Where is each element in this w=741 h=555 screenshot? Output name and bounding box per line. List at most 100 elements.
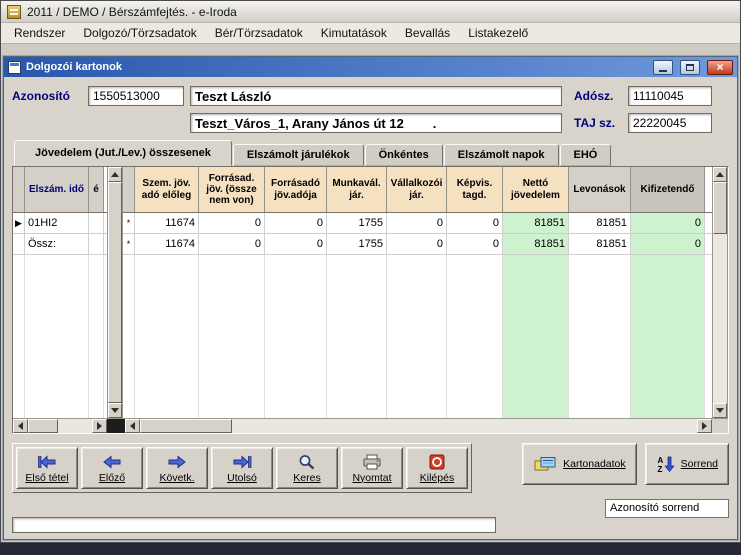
tab-elszamolt-napok[interactable]: Elszámolt napok: [444, 144, 559, 166]
value-cell-kifizetendo[interactable]: 0: [631, 234, 705, 254]
period-cell[interactable]: Össz:: [25, 234, 89, 254]
search-button[interactable]: Keres: [276, 447, 338, 489]
app-window: 2011 / DEMO / Bérszámfejtés. - e-Iroda R…: [0, 0, 741, 543]
scroll-right-icon[interactable]: [697, 419, 712, 433]
scroll-left-icon[interactable]: [125, 419, 140, 433]
scroll-down-icon[interactable]: [713, 403, 727, 418]
scrollbar-thumb[interactable]: [140, 419, 232, 433]
flag-cell[interactable]: [89, 234, 104, 254]
scrollbar-corner: [712, 419, 728, 433]
menu-kimutatasok[interactable]: Kimutatások: [312, 24, 396, 42]
field-row-2: TAJ sz.: [12, 112, 729, 134]
vertical-scrollbar[interactable]: [712, 167, 728, 418]
scroll-left-icon[interactable]: [13, 419, 28, 433]
scroll-up-icon[interactable]: [108, 167, 122, 182]
print-button[interactable]: Nyomtat: [341, 447, 403, 489]
footer: Azonosító sorrend: [12, 499, 729, 535]
value-cell-netto[interactable]: 81851: [503, 234, 569, 254]
value-cell[interactable]: 0: [387, 213, 447, 233]
next-record-button[interactable]: Követk.: [146, 447, 208, 489]
row-flag: *: [123, 234, 135, 254]
scroll-up-icon[interactable]: [713, 167, 727, 182]
value-cell[interactable]: 0: [387, 234, 447, 254]
scrollbar-thumb[interactable]: [713, 182, 727, 234]
exit-button[interactable]: Kilépés: [406, 447, 468, 489]
grid-scroll-pane: Szem. jöv. adó előleg Forrásad. jöv. (ös…: [123, 167, 712, 418]
scrollbar-splitter: [107, 419, 125, 433]
printer-icon: [362, 453, 382, 471]
footer-search-input[interactable]: [12, 517, 496, 533]
column-header-szja-eloleg: Szem. jöv. adó előleg: [135, 167, 199, 212]
next-icon: [167, 453, 187, 471]
value-cell[interactable]: 1755: [327, 213, 387, 233]
svg-text:A: A: [657, 456, 663, 465]
value-cell[interactable]: 0: [265, 213, 327, 233]
value-cell[interactable]: 11674: [135, 234, 199, 254]
value-cell[interactable]: 1755: [327, 234, 387, 254]
maximize-button[interactable]: [680, 60, 700, 75]
row-flag: *: [123, 213, 135, 233]
scroll-down-icon[interactable]: [108, 403, 122, 418]
taj-label: TAJ sz.: [574, 116, 628, 130]
maximize-icon: [686, 64, 694, 71]
first-record-icon: [37, 453, 57, 471]
value-cell-levonasok[interactable]: 81851: [569, 234, 631, 254]
grid-empty-area: [13, 255, 107, 418]
taj-field[interactable]: [628, 113, 712, 133]
name-field[interactable]: [190, 86, 562, 106]
previous-icon: [102, 453, 122, 471]
id-label: Azonosító: [12, 89, 88, 103]
exit-icon: [429, 453, 445, 471]
table-row-total[interactable]: Össz:: [13, 234, 107, 255]
id-field[interactable]: [88, 86, 184, 106]
value-cell[interactable]: 0: [265, 234, 327, 254]
last-record-button[interactable]: Utolsó: [211, 447, 273, 489]
tax-number-field[interactable]: [628, 86, 712, 106]
tab-onkentes[interactable]: Önkéntes: [365, 144, 443, 166]
flag-cell[interactable]: [89, 213, 104, 233]
value-cell[interactable]: 0: [447, 213, 503, 233]
value-cell-netto[interactable]: 81851: [503, 213, 569, 233]
menu-bevallas[interactable]: Bevallás: [396, 24, 459, 42]
menu-rendszer[interactable]: Rendszer: [5, 24, 74, 42]
screen: 2011 / DEMO / Bérszámfejtés. - e-Iroda R…: [0, 0, 741, 555]
horizontal-scrollbar[interactable]: [125, 419, 712, 433]
value-cell-kifizetendo[interactable]: 0: [631, 213, 705, 233]
menu-listakezelo[interactable]: Listakezelő: [459, 24, 537, 42]
period-cell[interactable]: 01HI2: [25, 213, 89, 233]
value-cell[interactable]: 0: [199, 234, 265, 254]
sort-az-icon: A Z: [656, 455, 675, 473]
menu-ber-torzsadatok[interactable]: Bér/Törzsadatok: [206, 24, 312, 42]
sorrend-button[interactable]: A Z Sorrend: [645, 443, 729, 485]
column-header-flag: é: [89, 167, 104, 212]
first-record-button[interactable]: Első tétel: [16, 447, 78, 489]
scrollbar-thumb[interactable]: [28, 419, 58, 433]
tab-elszamolt-jarulekok[interactable]: Elszámolt járulékok: [233, 144, 364, 166]
fixed-pane-scrollbar[interactable]: [107, 167, 123, 418]
value-cell-levonasok[interactable]: 81851: [569, 213, 631, 233]
sort-order-field[interactable]: Azonosító sorrend: [605, 499, 729, 518]
toolbar: Első tétel Előző: [12, 443, 729, 495]
fixed-horizontal-scrollbar[interactable]: [13, 419, 107, 433]
column-header-kifizetendo: Kifizetendő: [631, 167, 705, 212]
value-cell[interactable]: 11674: [135, 213, 199, 233]
table-row-total[interactable]: * 11674 0 0 1755 0 0 81851 81851 0: [123, 234, 712, 255]
column-header-forrasado-adoja: Forrásadó jöv.adója: [265, 167, 327, 212]
close-button[interactable]: ×: [707, 60, 733, 75]
address-field[interactable]: [190, 113, 562, 133]
minimize-button[interactable]: [653, 60, 673, 75]
tab-jovedelem-osszesenek[interactable]: Jövedelem (Jut./Lev.) összesenek: [14, 140, 232, 166]
tab-eho[interactable]: EHÓ: [560, 144, 612, 166]
value-cell[interactable]: 0: [447, 234, 503, 254]
kartonadatok-button[interactable]: Kartonadatok: [522, 443, 636, 485]
column-header-kepvis-tagd: Képvis. tagd.: [447, 167, 503, 212]
menu-dolgozo-torzsadatok[interactable]: Dolgozó/Törzsadatok: [74, 24, 205, 42]
table-row[interactable]: * 11674 0 0 1755 0 0 81851 81851 0: [123, 213, 712, 234]
dialog-titlebar[interactable]: Dolgozói kartonok ×: [4, 57, 737, 77]
row-marker: [13, 234, 25, 254]
scroll-right-icon[interactable]: [92, 419, 107, 433]
value-cell[interactable]: 0: [199, 213, 265, 233]
previous-record-button[interactable]: Előző: [81, 447, 143, 489]
table-row[interactable]: ▶ 01HI2: [13, 213, 107, 234]
scrollbar-thumb[interactable]: [108, 182, 122, 403]
